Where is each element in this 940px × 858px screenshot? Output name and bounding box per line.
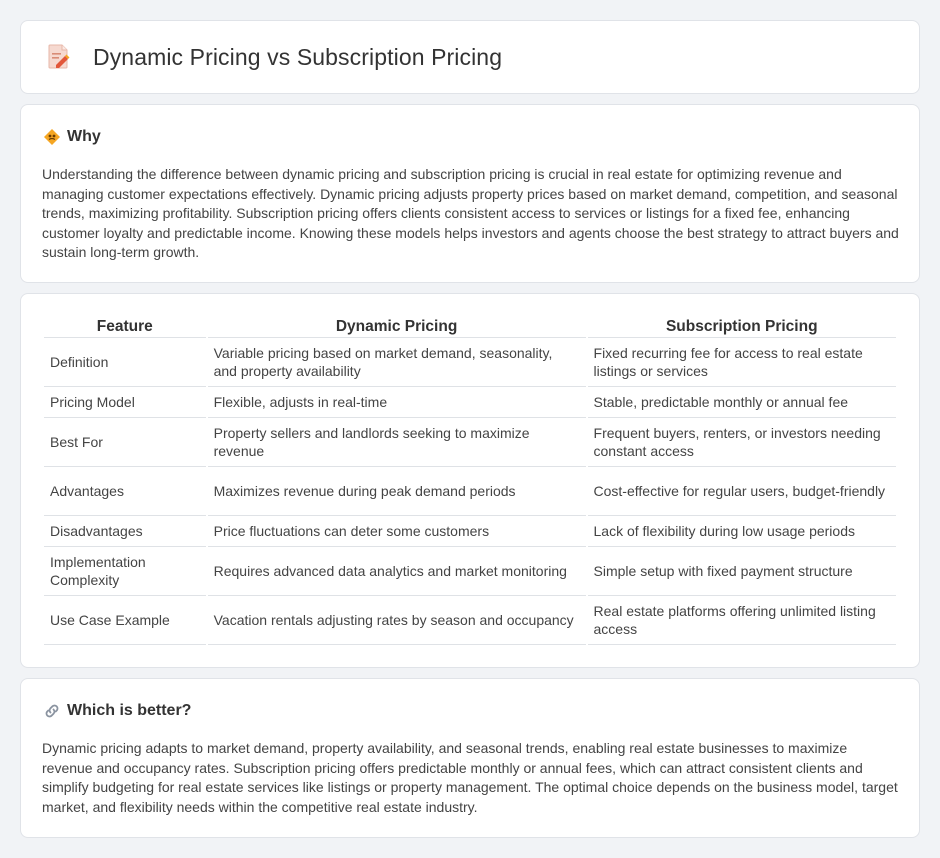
why-heading: Why	[67, 128, 101, 145]
diamond-warning-icon	[44, 129, 60, 145]
dynamic-cell: Maximizes revenue during peak demand per…	[207, 467, 586, 516]
header-subscription-pricing: Subscription Pricing	[587, 314, 896, 338]
feature-cell: Advantages	[44, 467, 206, 516]
subscription-cell: Real estate platforms offering unlimited…	[587, 596, 896, 645]
table-header-row: Feature Dynamic Pricing Subscription Pri…	[44, 314, 896, 338]
table-row: Definition Variable pricing based on mar…	[44, 338, 896, 387]
table-row: Best For Property sellers and landlords …	[44, 418, 896, 467]
table-row: Implementation Complexity Requires advan…	[44, 547, 896, 596]
feature-cell: Disadvantages	[44, 516, 206, 547]
header-feature: Feature	[44, 314, 206, 338]
feature-cell: Pricing Model	[44, 387, 206, 418]
table-row: Pricing Model Flexible, adjusts in real-…	[44, 387, 896, 418]
which-is-better-card: Which is better? Dynamic pricing adapts …	[20, 678, 920, 838]
link-icon	[45, 704, 59, 718]
dynamic-cell: Price fluctuations can deter some custom…	[207, 516, 586, 547]
subscription-cell: Simple setup with fixed payment structur…	[587, 547, 896, 596]
which-is-better-heading: Which is better?	[67, 702, 192, 719]
subscription-cell: Stable, predictable monthly or annual fe…	[587, 387, 896, 418]
feature-cell: Best For	[44, 418, 206, 467]
title-card: Dynamic Pricing vs Subscription Pricing	[20, 20, 920, 94]
feature-cell: Use Case Example	[44, 596, 206, 645]
table-row: Disadvantages Price fluctuations can det…	[44, 516, 896, 547]
feature-cell: Implementation Complexity	[44, 547, 206, 596]
which-is-better-paragraph: Dynamic pricing adapts to market demand,…	[42, 740, 898, 815]
header-dynamic-pricing: Dynamic Pricing	[207, 314, 586, 338]
table-row: Use Case Example Vacation rentals adjust…	[44, 596, 896, 645]
dynamic-cell: Variable pricing based on market demand,…	[207, 338, 586, 387]
comparison-table: Feature Dynamic Pricing Subscription Pri…	[42, 314, 898, 645]
dynamic-cell: Requires advanced data analytics and mar…	[207, 547, 586, 596]
subscription-cell: Frequent buyers, renters, or investors n…	[587, 418, 896, 467]
table-row: Advantages Maximizes revenue during peak…	[44, 467, 896, 516]
subscription-cell: Cost-effective for regular users, budget…	[587, 467, 896, 516]
document-pencil-icon	[48, 44, 70, 69]
why-paragraph: Understanding the difference between dyn…	[42, 166, 899, 261]
dynamic-cell: Property sellers and landlords seeking t…	[207, 418, 586, 467]
why-card: Why Understanding the difference between…	[20, 104, 920, 283]
subscription-cell: Fixed recurring fee for access to real e…	[587, 338, 896, 387]
feature-cell: Definition	[44, 338, 206, 387]
dynamic-cell: Vacation rentals adjusting rates by seas…	[207, 596, 586, 645]
comparison-card: Feature Dynamic Pricing Subscription Pri…	[20, 293, 920, 668]
dynamic-cell: Flexible, adjusts in real-time	[207, 387, 586, 418]
subscription-cell: Lack of flexibility during low usage per…	[587, 516, 896, 547]
page-title: Dynamic Pricing vs Subscription Pricing	[93, 43, 503, 70]
